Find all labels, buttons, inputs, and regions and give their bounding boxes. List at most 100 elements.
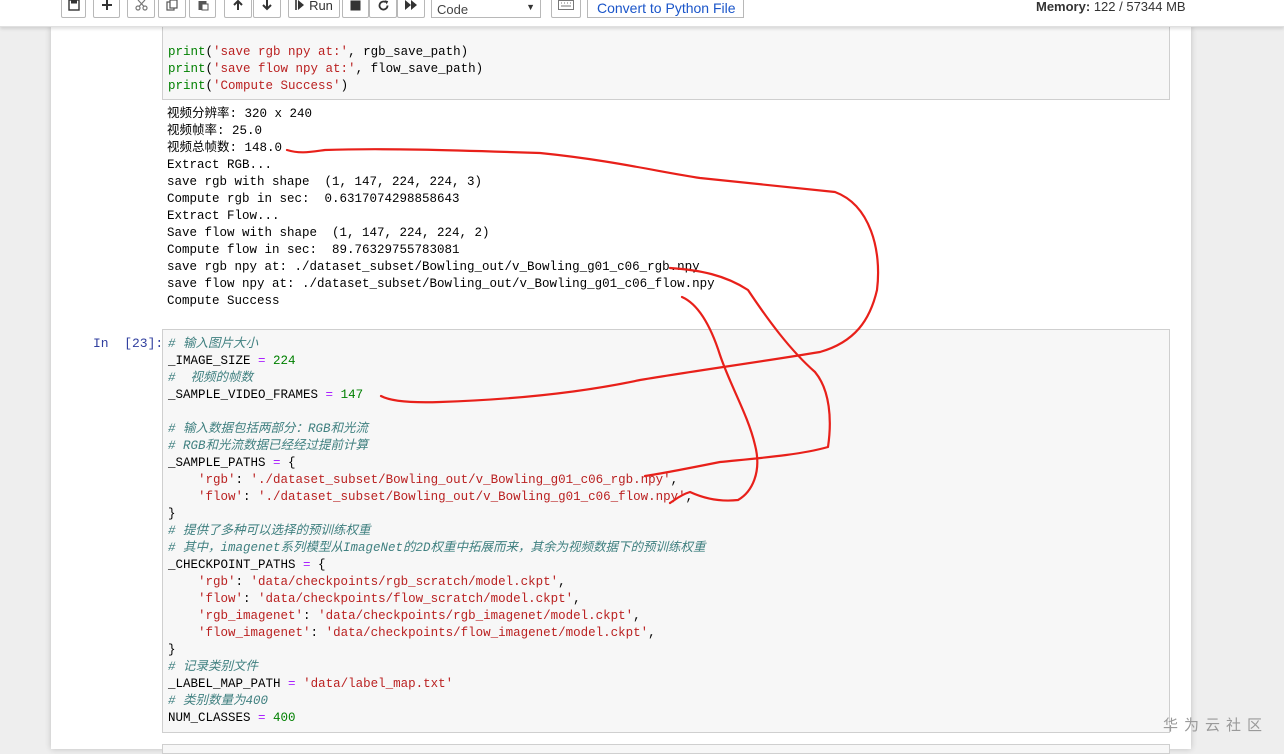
run-button[interactable]: Run: [288, 0, 340, 18]
cell-23-prompt: In [23]:: [93, 336, 164, 351]
code-line: print('save flow npy at:', flow_save_pat…: [168, 61, 483, 78]
code-line: # 输入数据包括两部分：RGB和光流: [168, 421, 706, 438]
watermark: 华为云社区: [1163, 716, 1269, 734]
notebook-toolbar: Run Code ▼ Convert to Python File Memory…: [0, 0, 1284, 27]
code-line: # 视频的帧数: [168, 370, 706, 387]
output-line: Compute rgb in sec: 0.6317074298858643: [167, 192, 460, 206]
code-cell-22-source: print('save rgb npy at:', rgb_save_path)…: [168, 44, 483, 95]
code-token: # 输入图片大小: [168, 337, 259, 351]
code-token: }: [168, 507, 176, 521]
cut-button[interactable]: [127, 0, 155, 18]
code-line: print('save rgb npy at:', rgb_save_path): [168, 44, 483, 61]
copy-button[interactable]: [158, 0, 186, 18]
cell-type-select[interactable]: Code ▼: [431, 0, 541, 18]
move-down-button[interactable]: [253, 0, 281, 18]
code-line: _CHECKPOINT_PATHS = {: [168, 557, 706, 574]
code-token: 400: [273, 711, 296, 725]
interrupt-button[interactable]: [342, 0, 369, 18]
code-token: 'data/checkpoints/flow_imagenet/model.ck…: [325, 626, 649, 640]
convert-to-python-button[interactable]: Convert to Python File: [587, 0, 744, 18]
code-cell-22-input[interactable]: print('save rgb npy at:', rgb_save_path)…: [162, 26, 1170, 100]
code-token: , rgb_save_path): [348, 45, 469, 59]
code-token: 'data/checkpoints/flow_scratch/model.ckp…: [258, 592, 574, 606]
code-token: 'data/checkpoints/rgb_imagenet/model.ckp…: [318, 609, 634, 623]
move-up-button[interactable]: [224, 0, 252, 18]
code-line: 'flow_imagenet': 'data/checkpoints/flow_…: [168, 625, 706, 642]
code-token: # 其中，imagenet系列模型从ImageNet的2D权重中拓展而来，其余为…: [168, 541, 706, 555]
code-token: _SAMPLE_PATHS: [168, 456, 274, 470]
keyboard-icon: [558, 0, 574, 10]
code-line: # 记录类别文件: [168, 659, 706, 676]
code-line: _SAMPLE_VIDEO_FRAMES = 147: [168, 387, 706, 404]
code-line: 'rgb_imagenet': 'data/checkpoints/rgb_im…: [168, 608, 706, 625]
code-cell-24-input[interactable]: [162, 744, 1170, 754]
code-token: 147: [340, 388, 364, 402]
output-line: 视频总帧数: 148.0: [167, 141, 283, 155]
code-token: # RGB和光流数据已经经过提前计算: [168, 439, 369, 453]
insert-cell-button[interactable]: [93, 0, 120, 18]
restart-run-all-button[interactable]: [397, 0, 425, 18]
code-token: './dataset_subset/Bowling_out/v_Bowling_…: [250, 473, 671, 487]
code-token: ): [340, 79, 349, 93]
code-token: (: [205, 79, 214, 93]
code-token: :: [303, 609, 319, 623]
code-token: 'flow_imagenet': [198, 626, 311, 640]
code-token: =: [325, 388, 334, 402]
code-line: # 输入图片大小: [168, 336, 706, 353]
output-line: Save flow with shape (1, 147, 224, 224, …: [167, 226, 490, 240]
output-line: Extract RGB...: [167, 158, 273, 172]
code-token: print: [168, 62, 206, 76]
code-token: 'Compute Success': [213, 79, 341, 93]
arrow-up-icon: [233, 0, 243, 10]
code-token: # 视频的帧数: [168, 371, 254, 385]
code-token: print: [168, 45, 206, 59]
code-token: {: [310, 558, 326, 572]
command-palette-button[interactable]: [551, 0, 581, 18]
code-token: ,: [558, 575, 566, 589]
code-token: # 提供了多种可以选择的预训练权重: [168, 524, 371, 538]
code-token: :: [235, 575, 251, 589]
stop-icon: [350, 0, 361, 10]
copy-icon: [166, 0, 178, 11]
paste-button[interactable]: [189, 0, 216, 18]
clipboard-icon: [198, 1, 208, 11]
output-line: Compute flow in sec: 89.76329755783081: [167, 243, 460, 257]
code-token: , flow_save_path): [355, 62, 484, 76]
code-token: print: [168, 79, 206, 93]
code-line: print('Compute Success'): [168, 78, 483, 95]
code-token: _LABEL_MAP_PATH: [168, 677, 289, 691]
code-line: _SAMPLE_PATHS = {: [168, 455, 706, 472]
code-cell-23-source: # 输入图片大小 _IMAGE_SIZE = 224 # 视频的帧数 _SAMPLE_…: [168, 336, 706, 727]
code-token: (: [205, 62, 214, 76]
code-line: # 其中，imagenet系列模型从ImageNet的2D权重中拓展而来，其余为…: [168, 540, 706, 557]
code-token: 'rgb_imagenet': [198, 609, 304, 623]
output-line: save flow npy at: ./dataset_subset/Bowli…: [167, 277, 715, 291]
code-line: _LABEL_MAP_PATH = 'data/label_map.txt': [168, 676, 706, 693]
code-cell-23-input[interactable]: # 输入图片大小 _IMAGE_SIZE = 224 # 视频的帧数 _SAMPLE_…: [162, 329, 1170, 733]
code-token: _CHECKPOINT_PATHS: [168, 558, 304, 572]
save-button[interactable]: [61, 0, 86, 18]
code-token: ,: [685, 490, 694, 504]
restart-kernel-button[interactable]: [369, 0, 397, 18]
code-token: 'data/checkpoints/rgb_scratch/model.ckpt…: [250, 575, 559, 589]
code-line: 'rgb': 'data/checkpoints/rgb_scratch/mod…: [168, 574, 706, 591]
scissors-icon: [134, 0, 148, 11]
code-token: ,: [573, 592, 581, 606]
code-line: 'flow': './dataset_subset/Bowling_out/v_…: [168, 489, 706, 506]
output-line: 视频帧率: 25.0: [167, 124, 263, 138]
code-token: 'rgb': [198, 575, 236, 589]
code-token: =: [303, 558, 311, 572]
code-line: ​: [168, 404, 706, 421]
step-forward-icon: [295, 0, 305, 10]
memory-indicator: Memory: 122 / 57344 MB: [1036, 0, 1186, 14]
code-cell-22-output: 视频分辨率: 320 x 240 视频帧率: 25.0 视频总帧数: 148.0 Ex…: [167, 106, 715, 310]
code-line: _IMAGE_SIZE = 224: [168, 353, 706, 370]
